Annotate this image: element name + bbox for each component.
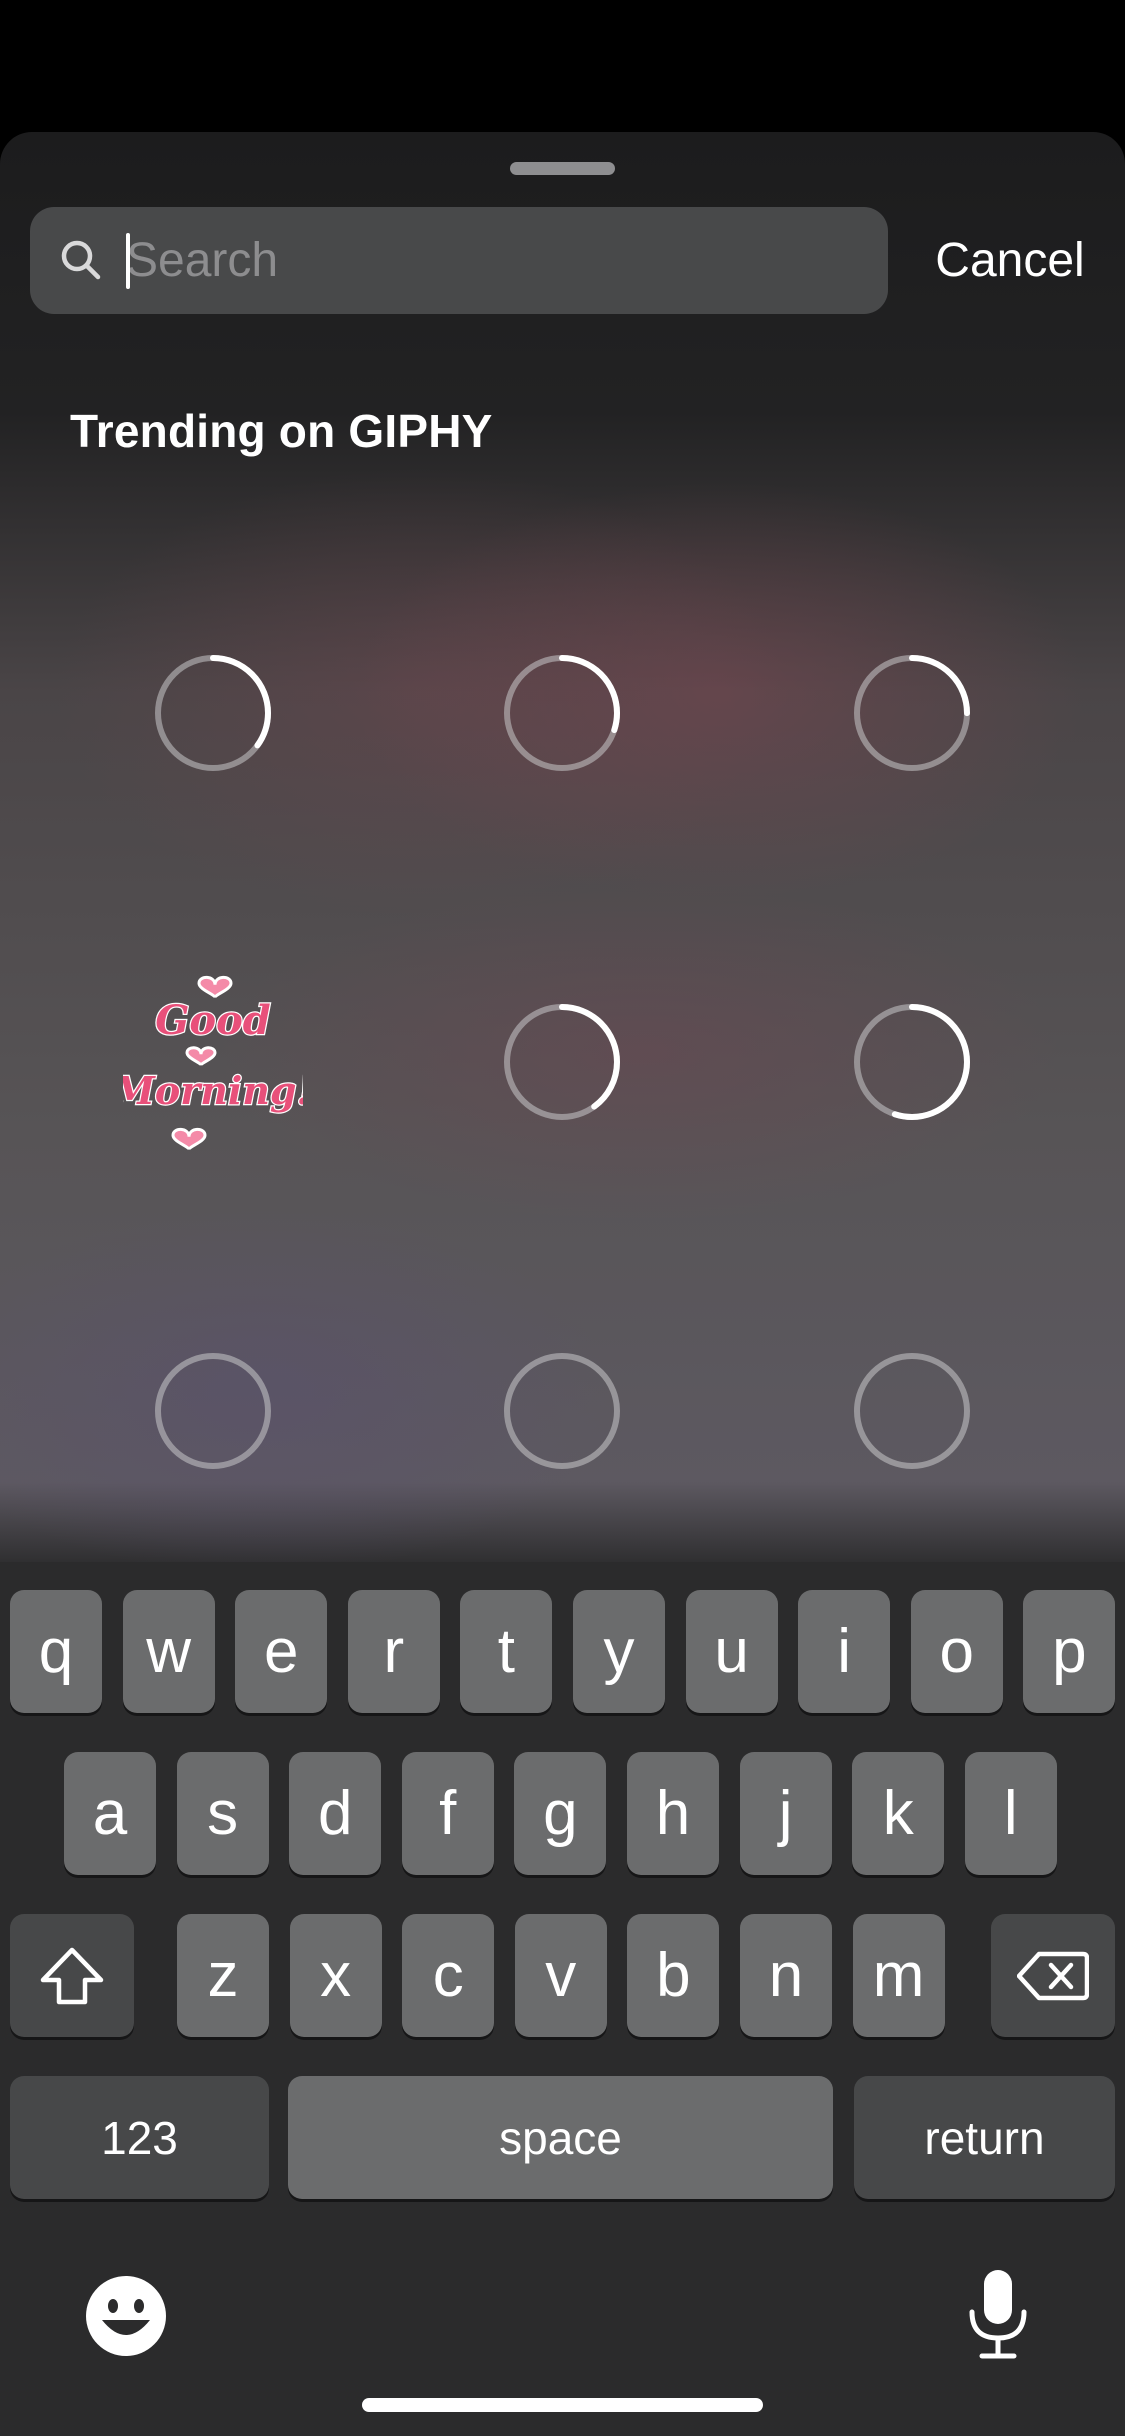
loading-spinner-icon xyxy=(853,654,970,771)
text-cursor xyxy=(126,233,130,289)
key-l[interactable]: l xyxy=(964,1752,1057,1875)
loading-spinner-icon xyxy=(154,1352,271,1469)
heart-icon xyxy=(196,975,233,998)
gif-cell[interactable] xyxy=(737,1236,1086,1585)
key-e[interactable]: e xyxy=(235,1590,328,1713)
key-r[interactable]: r xyxy=(347,1590,440,1713)
loading-spinner-icon xyxy=(503,1352,620,1469)
key-q[interactable]: q xyxy=(10,1590,102,1713)
key-t[interactable]: t xyxy=(460,1590,553,1713)
key-k[interactable]: k xyxy=(852,1752,945,1875)
key-f[interactable]: f xyxy=(401,1752,494,1875)
loading-spinner-icon xyxy=(503,1003,620,1120)
loading-spinner-icon xyxy=(853,1003,970,1120)
key-x[interactable]: x xyxy=(289,1914,382,2037)
search-bar[interactable] xyxy=(30,207,888,314)
key-w[interactable]: w xyxy=(122,1590,215,1713)
sheet-grabber[interactable] xyxy=(510,162,615,175)
key-s[interactable]: s xyxy=(176,1752,269,1875)
home-indicator[interactable] xyxy=(362,2398,763,2412)
search-input[interactable] xyxy=(126,207,846,314)
key-m[interactable]: m xyxy=(852,1914,945,2037)
gif-cell[interactable] xyxy=(38,538,387,887)
key-c[interactable]: c xyxy=(402,1914,495,2037)
gif-cell-sticker[interactable]: Good Morning! xyxy=(38,887,387,1236)
dictation-button[interactable] xyxy=(966,2268,1030,2365)
loading-spinner-icon xyxy=(503,654,620,771)
emoji-button[interactable] xyxy=(84,2274,168,2363)
sticker-text-line-1: Good xyxy=(155,997,271,1044)
key-a[interactable]: a xyxy=(64,1752,156,1875)
emoji-icon xyxy=(86,2276,166,2356)
gif-cell[interactable] xyxy=(387,1236,736,1585)
delete-icon xyxy=(1017,1951,1089,2000)
key-b[interactable]: b xyxy=(627,1914,720,2037)
return-key[interactable]: return xyxy=(854,2076,1115,2199)
gif-cell[interactable] xyxy=(737,538,1086,887)
key-d[interactable]: d xyxy=(289,1752,382,1875)
key-y[interactable]: y xyxy=(573,1590,665,1713)
gif-cell[interactable] xyxy=(38,1236,387,1585)
gif-cell[interactable] xyxy=(387,887,736,1236)
gif-cell[interactable] xyxy=(737,887,1086,1236)
key-v[interactable]: v xyxy=(514,1914,607,2037)
good-morning-sticker: Good Morning! xyxy=(123,975,303,1150)
key-u[interactable]: u xyxy=(685,1590,778,1713)
key-j[interactable]: j xyxy=(739,1752,832,1875)
delete-key[interactable] xyxy=(991,1914,1115,2037)
loading-spinner-icon xyxy=(853,1352,970,1469)
key-z[interactable]: z xyxy=(177,1914,269,2037)
key-n[interactable]: n xyxy=(740,1914,832,2037)
heart-icon xyxy=(184,1045,217,1066)
key-h[interactable]: h xyxy=(627,1752,719,1875)
space-key[interactable]: space xyxy=(288,2076,833,2199)
key-p[interactable]: p xyxy=(1023,1590,1116,1713)
numbers-key[interactable]: 123 xyxy=(10,2076,269,2199)
cancel-button[interactable]: Cancel xyxy=(910,207,1110,314)
sticker-text-line-2: Morning! xyxy=(123,1068,303,1113)
loading-spinner-icon xyxy=(154,654,271,771)
key-i[interactable]: i xyxy=(798,1590,891,1713)
gif-cell[interactable] xyxy=(387,538,736,887)
search-icon xyxy=(61,240,101,280)
key-o[interactable]: o xyxy=(910,1590,1003,1713)
shift-key[interactable] xyxy=(10,1914,134,2037)
key-g[interactable]: g xyxy=(514,1752,607,1875)
section-title: Trending on GIPHY xyxy=(70,405,493,457)
heart-icon xyxy=(170,1127,207,1150)
keyboard: qwertyuiop asdfghjkl zxcvbnm 123 space r… xyxy=(0,1562,1125,2436)
microphone-icon xyxy=(969,2270,1027,2359)
shift-icon xyxy=(40,1947,104,2004)
